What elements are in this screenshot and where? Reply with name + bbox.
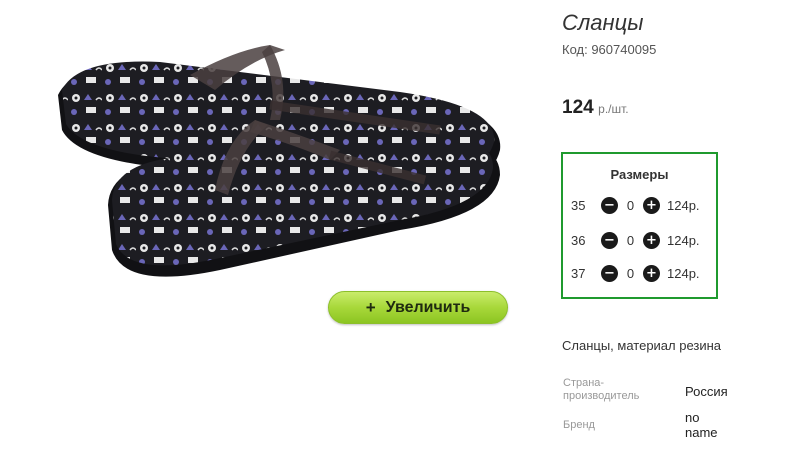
size-price: 124р. [667, 232, 700, 248]
flip-flops-image [58, 45, 501, 277]
property-value-line: no [685, 410, 700, 425]
plus-icon[interactable]: + [643, 264, 660, 282]
property-label-line: производитель [563, 390, 640, 402]
size-price: 124р. [667, 197, 700, 213]
plus-icon: + [365, 297, 376, 317]
sizes-title: Размеры [610, 167, 669, 182]
size-price: 124р. [667, 265, 700, 281]
plus-icon[interactable]: + [643, 231, 660, 249]
quantity-value: 0 [626, 232, 635, 248]
product-image[interactable] [0, 0, 540, 340]
property-label-line: Страна- [563, 377, 605, 389]
minus-icon[interactable]: − [601, 264, 618, 282]
property-value-country: Россия [685, 384, 728, 399]
size-label: 36 [571, 232, 586, 248]
property-value-line: name [685, 425, 718, 440]
product-price: 124 р./шт. [562, 97, 629, 119]
size-label: 35 [571, 197, 586, 213]
property-label-country: Страна- производитель [563, 377, 639, 403]
size-row: 37 − 0 + 124р. [571, 263, 700, 283]
price-unit: р./шт. [598, 102, 629, 116]
minus-icon[interactable]: − [601, 231, 618, 249]
plus-icon[interactable]: + [643, 196, 660, 214]
product-code: Код: 960740095 [562, 42, 657, 57]
price-amount: 124 [562, 97, 594, 118]
product-title: Сланцы [562, 10, 644, 35]
zoom-button-label: Увеличить [385, 298, 471, 316]
quantity-value: 0 [626, 265, 635, 281]
property-value-brand: no name [685, 410, 718, 440]
quantity-value: 0 [626, 197, 635, 213]
zoom-button[interactable]: + Увеличить [328, 291, 508, 324]
size-label: 37 [571, 265, 586, 281]
size-row: 36 − 0 + 124р. [571, 230, 700, 250]
size-row: 35 − 0 + 124р. [571, 195, 700, 215]
sizes-panel: Размеры 35 − 0 + 124р. 36 − 0 + 124р. 37… [561, 152, 718, 299]
minus-icon[interactable]: − [601, 196, 618, 214]
property-label-brand: Бренд [563, 419, 595, 431]
product-description: Сланцы, материал резина [562, 338, 722, 353]
